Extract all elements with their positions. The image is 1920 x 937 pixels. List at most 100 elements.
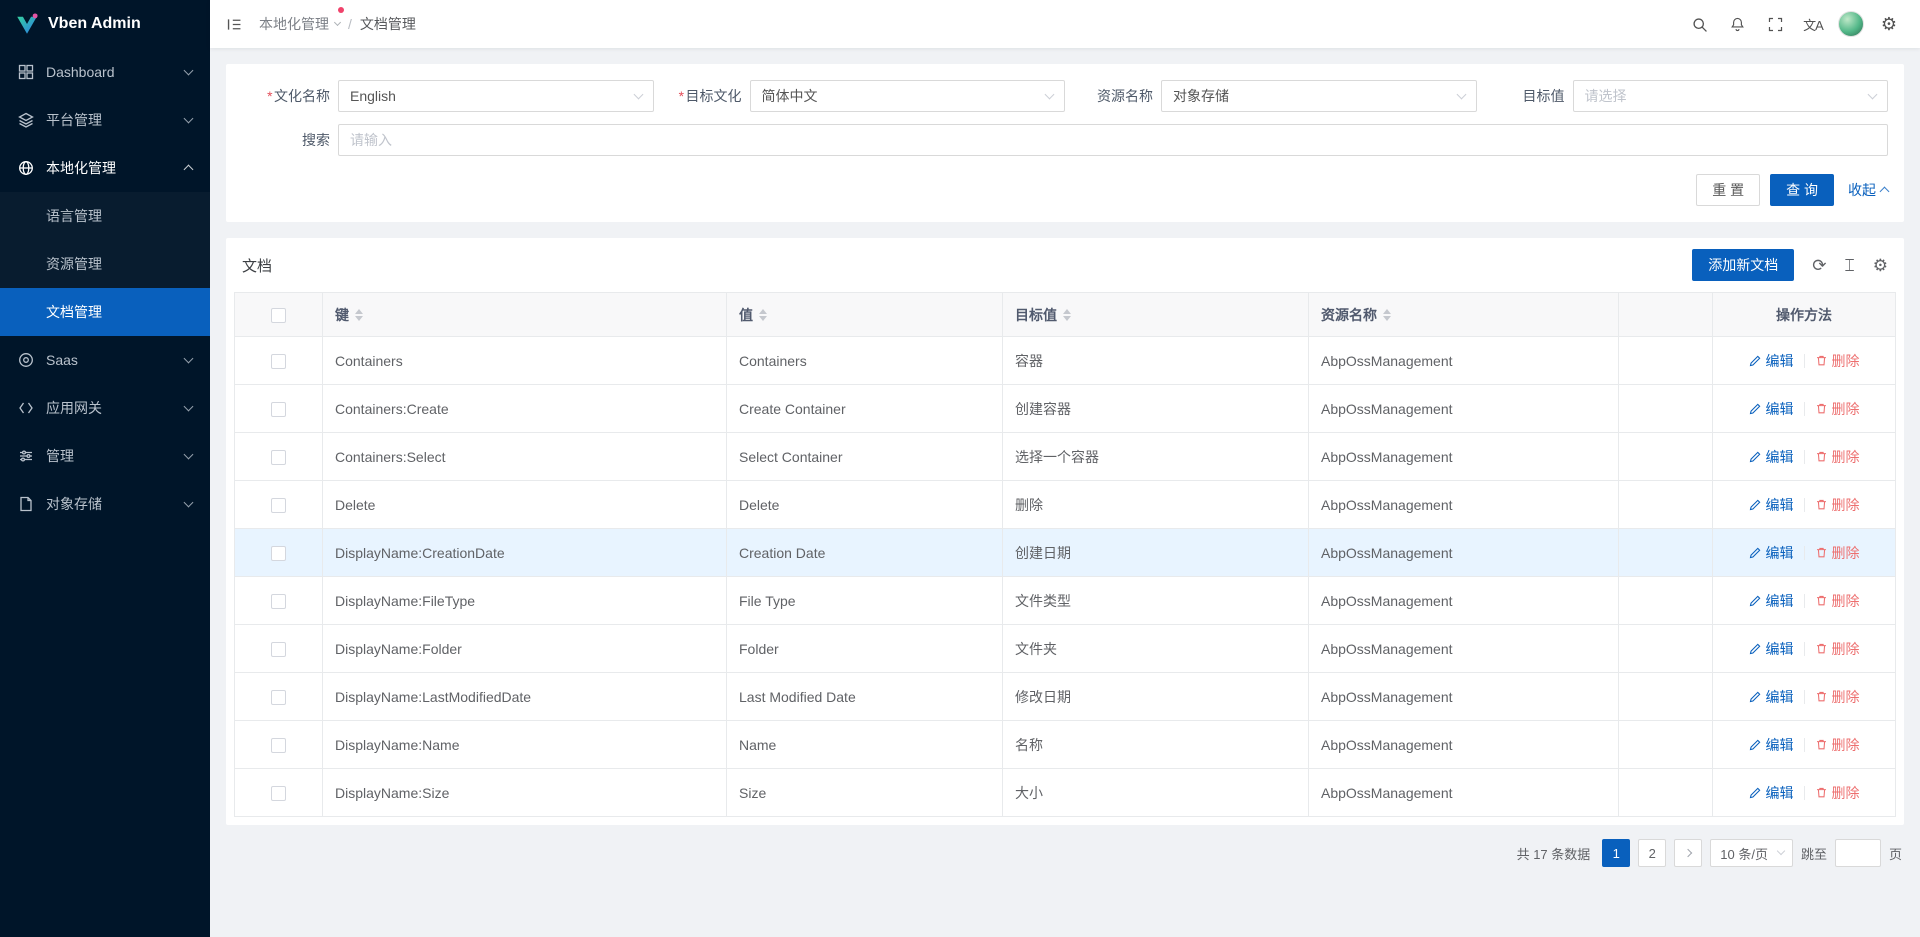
delete-button[interactable]: 删除 bbox=[1815, 351, 1860, 371]
chevron-down-icon bbox=[334, 19, 341, 26]
row-checkbox[interactable] bbox=[271, 642, 286, 657]
management-icon bbox=[18, 448, 34, 464]
edit-button[interactable]: 编辑 bbox=[1749, 447, 1794, 467]
cell-resource: AbpOssManagement bbox=[1309, 337, 1619, 385]
translate-icon[interactable]: 文A bbox=[1796, 4, 1830, 44]
edit-button[interactable]: 编辑 bbox=[1749, 351, 1794, 371]
edit-button[interactable]: 编辑 bbox=[1749, 783, 1794, 803]
sidebar-item-localization[interactable]: 本地化管理 bbox=[0, 144, 210, 192]
sort-icon[interactable] bbox=[759, 309, 767, 321]
trash-icon bbox=[1815, 498, 1828, 511]
chevron-down-icon bbox=[184, 498, 194, 508]
resource-name-value: 对象存储 bbox=[1173, 86, 1229, 106]
culture-name-select[interactable]: English bbox=[338, 80, 654, 112]
table-row: Delete Delete 删除 AbpOssManagement 编辑删除 bbox=[235, 481, 1896, 529]
delete-button[interactable]: 删除 bbox=[1815, 543, 1860, 563]
table-row: DisplayName:LastModifiedDate Last Modifi… bbox=[235, 673, 1896, 721]
row-checkbox[interactable] bbox=[271, 594, 286, 609]
table-row-highlighted: DisplayName:CreationDate Creation Date 创… bbox=[235, 529, 1896, 577]
sidebar: Vben Admin Dashboard 平台管理 本地化管理 语言管理 资源管… bbox=[0, 0, 210, 937]
app-logo[interactable]: Vben Admin bbox=[0, 0, 210, 48]
row-checkbox[interactable] bbox=[271, 690, 286, 705]
page-jump-input[interactable] bbox=[1835, 839, 1881, 867]
table-settings-icon[interactable]: ⚙ bbox=[1873, 257, 1888, 274]
cell-spacer bbox=[1619, 433, 1713, 481]
sort-icon[interactable] bbox=[1063, 309, 1071, 321]
table-row: DisplayName:Name Name 名称 AbpOssManagemen… bbox=[235, 721, 1896, 769]
delete-button[interactable]: 删除 bbox=[1815, 591, 1860, 611]
cell-key: Containers:Select bbox=[323, 433, 727, 481]
table-row: Containers:Select Select Container 选择一个容… bbox=[235, 433, 1896, 481]
column-header-key: 键 bbox=[323, 293, 727, 337]
sidebar-item-document-management[interactable]: 文档管理 bbox=[0, 288, 210, 336]
breadcrumb-parent-label: 本地化管理 bbox=[259, 14, 329, 34]
edit-button[interactable]: 编辑 bbox=[1749, 399, 1794, 419]
row-checkbox[interactable] bbox=[271, 546, 286, 561]
fullscreen-icon[interactable] bbox=[1758, 4, 1792, 44]
cell-value: Create Container bbox=[727, 385, 1003, 433]
sidebar-item-platform[interactable]: 平台管理 bbox=[0, 96, 210, 144]
collapse-label: 收起 bbox=[1848, 180, 1876, 200]
delete-button[interactable]: 删除 bbox=[1815, 639, 1860, 659]
menu-fold-icon[interactable] bbox=[226, 16, 243, 33]
delete-button[interactable]: 删除 bbox=[1815, 783, 1860, 803]
delete-button[interactable]: 删除 bbox=[1815, 447, 1860, 467]
breadcrumb-parent[interactable]: 本地化管理 bbox=[259, 14, 340, 34]
sidebar-item-object-storage[interactable]: 对象存储 bbox=[0, 480, 210, 528]
action-divider bbox=[1804, 786, 1805, 800]
row-checkbox[interactable] bbox=[271, 738, 286, 753]
query-button[interactable]: 查 询 bbox=[1770, 174, 1834, 206]
row-checkbox[interactable] bbox=[271, 354, 286, 369]
edit-button[interactable]: 编辑 bbox=[1749, 687, 1794, 707]
action-divider bbox=[1804, 546, 1805, 560]
sidebar-item-dashboard[interactable]: Dashboard bbox=[0, 48, 210, 96]
page-button-1[interactable]: 1 bbox=[1602, 839, 1630, 867]
column-height-icon[interactable]: ⌶ bbox=[1845, 257, 1855, 274]
add-document-button[interactable]: 添加新文档 bbox=[1692, 249, 1794, 281]
reset-button[interactable]: 重 置 bbox=[1696, 174, 1760, 206]
search-input[interactable] bbox=[338, 124, 1888, 156]
page-button-2[interactable]: 2 bbox=[1638, 839, 1666, 867]
cell-key: DisplayName:FileType bbox=[323, 577, 727, 625]
bell-icon[interactable] bbox=[1720, 4, 1754, 44]
resource-name-select[interactable]: 对象存储 bbox=[1161, 80, 1477, 112]
edit-button[interactable]: 编辑 bbox=[1749, 591, 1794, 611]
collapse-link[interactable]: 收起 bbox=[1848, 180, 1888, 200]
select-all-checkbox[interactable] bbox=[271, 308, 286, 323]
row-checkbox[interactable] bbox=[271, 498, 286, 513]
target-culture-select[interactable]: 简体中文 bbox=[750, 80, 1066, 112]
cell-target: 选择一个容器 bbox=[1003, 433, 1309, 481]
refresh-icon[interactable]: ⟳ bbox=[1812, 257, 1826, 274]
delete-button[interactable]: 删除 bbox=[1815, 399, 1860, 419]
sort-icon[interactable] bbox=[355, 309, 363, 321]
trash-icon bbox=[1815, 354, 1828, 367]
avatar[interactable] bbox=[1838, 11, 1864, 37]
field-target-value: 目标值 请选择 bbox=[1477, 80, 1889, 112]
trash-icon bbox=[1815, 402, 1828, 415]
edit-button[interactable]: 编辑 bbox=[1749, 543, 1794, 563]
search-icon[interactable] bbox=[1682, 4, 1716, 44]
sidebar-item-management[interactable]: 管理 bbox=[0, 432, 210, 480]
cell-key: Containers:Create bbox=[323, 385, 727, 433]
sort-icon[interactable] bbox=[1383, 309, 1391, 321]
gear-icon[interactable]: ⚙ bbox=[1872, 4, 1906, 44]
chevron-down-icon bbox=[1045, 90, 1055, 100]
edit-button[interactable]: 编辑 bbox=[1749, 639, 1794, 659]
page-size-select[interactable]: 10 条/页 bbox=[1710, 839, 1793, 867]
row-checkbox[interactable] bbox=[271, 786, 286, 801]
row-checkbox[interactable] bbox=[271, 450, 286, 465]
row-checkbox[interactable] bbox=[271, 402, 286, 417]
cell-target: 修改日期 bbox=[1003, 673, 1309, 721]
next-page-button[interactable] bbox=[1674, 839, 1702, 867]
delete-button[interactable]: 删除 bbox=[1815, 687, 1860, 707]
delete-button[interactable]: 删除 bbox=[1815, 735, 1860, 755]
sidebar-item-resource-management[interactable]: 资源管理 bbox=[0, 240, 210, 288]
target-value-select[interactable]: 请选择 bbox=[1573, 80, 1889, 112]
sidebar-item-language-management[interactable]: 语言管理 bbox=[0, 192, 210, 240]
edit-button[interactable]: 编辑 bbox=[1749, 495, 1794, 515]
edit-button[interactable]: 编辑 bbox=[1749, 735, 1794, 755]
sidebar-item-saas[interactable]: Saas bbox=[0, 336, 210, 384]
chevron-right-icon bbox=[1684, 849, 1692, 857]
delete-button[interactable]: 删除 bbox=[1815, 495, 1860, 515]
sidebar-item-gateway[interactable]: 应用网关 bbox=[0, 384, 210, 432]
